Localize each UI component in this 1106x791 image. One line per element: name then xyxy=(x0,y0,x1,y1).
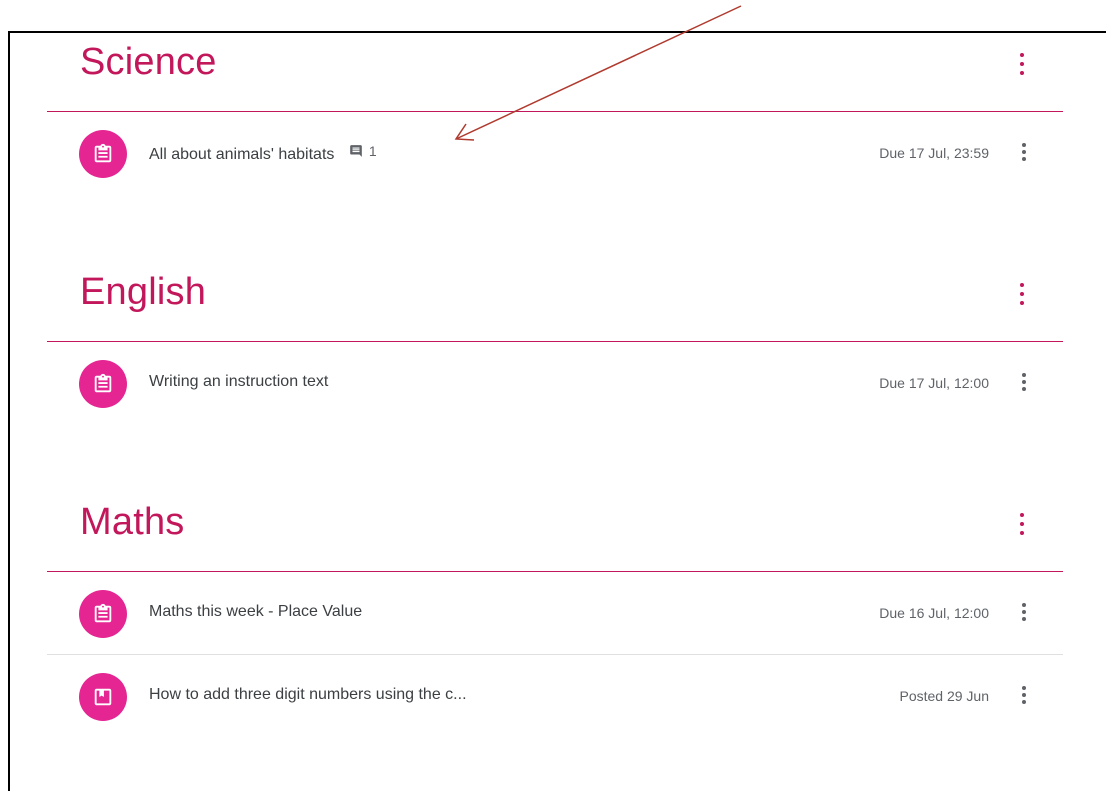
comment-count: 1 xyxy=(349,143,377,159)
topic-title: Maths xyxy=(80,501,185,543)
item-options-button[interactable] xyxy=(1019,686,1029,704)
item-due-date: Due 17 Jul, 12:00 xyxy=(879,375,989,391)
topic-header: Maths xyxy=(47,491,1063,572)
item-posted-date: Posted 29 Jun xyxy=(899,688,989,704)
classwork-item[interactable]: Maths this week - Place Value Due 16 Jul… xyxy=(47,572,1063,654)
item-title[interactable]: Writing an instruction text xyxy=(149,373,328,391)
item-title[interactable]: How to add three digit numbers using the… xyxy=(149,686,467,704)
topic-section-science: Science All about animals' habitats 1 Du… xyxy=(47,31,1063,194)
topic-section-maths: Maths Maths this week - Place Value Due … xyxy=(47,491,1063,737)
topic-options-button[interactable] xyxy=(1017,53,1027,75)
assignment-icon xyxy=(79,360,127,408)
topic-header: English xyxy=(47,261,1063,342)
topic-options-button[interactable] xyxy=(1017,513,1027,535)
comment-icon xyxy=(350,145,362,157)
item-title-wrap: All about animals' habitats 1 xyxy=(149,143,377,164)
topic-header: Science xyxy=(47,31,1063,112)
item-options-button[interactable] xyxy=(1019,143,1029,161)
item-options-button[interactable] xyxy=(1019,603,1029,621)
material-icon xyxy=(79,673,127,721)
item-due-date: Due 17 Jul, 23:59 xyxy=(879,145,989,161)
item-due-date: Due 16 Jul, 12:00 xyxy=(879,605,989,621)
comment-count-value: 1 xyxy=(368,143,377,159)
classwork-item[interactable]: Writing an instruction text Due 17 Jul, … xyxy=(47,342,1063,424)
topic-title: Science xyxy=(80,41,217,83)
topic-section-english: English Writing an instruction text Due … xyxy=(47,261,1063,424)
item-title[interactable]: Maths this week - Place Value xyxy=(149,603,362,621)
assignment-icon xyxy=(79,130,127,178)
topic-title: English xyxy=(80,271,207,313)
classwork-item[interactable]: How to add three digit numbers using the… xyxy=(47,654,1063,737)
item-options-button[interactable] xyxy=(1019,373,1029,391)
topic-options-button[interactable] xyxy=(1017,283,1027,305)
assignment-icon xyxy=(79,590,127,638)
classwork-item[interactable]: All about animals' habitats 1 Due 17 Jul… xyxy=(47,112,1063,194)
item-title[interactable]: All about animals' habitats xyxy=(149,146,334,163)
